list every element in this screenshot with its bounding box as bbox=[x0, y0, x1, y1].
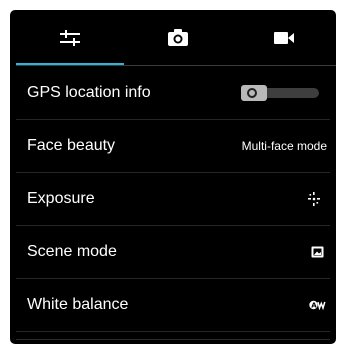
setting-row-face-beauty[interactable]: Face beauty Multi-face mode bbox=[16, 120, 330, 173]
gps-location-toggle[interactable] bbox=[241, 85, 319, 101]
setting-row-gps-location-info[interactable]: GPS location info bbox=[16, 67, 330, 120]
svg-text:A: A bbox=[311, 302, 317, 310]
tab-settings[interactable] bbox=[16, 10, 124, 66]
scene-mode-icon bbox=[311, 226, 324, 278]
white-balance-label: White balance bbox=[27, 296, 129, 313]
auto-white-balance-icon: A bbox=[309, 279, 326, 331]
list-bottom-divider bbox=[16, 339, 330, 340]
toggle-off-icon bbox=[247, 88, 257, 98]
tab-camera[interactable] bbox=[124, 10, 232, 66]
setting-row-scene-mode[interactable]: Scene mode bbox=[16, 226, 330, 279]
video-camera-icon bbox=[274, 32, 294, 44]
face-beauty-value: Multi-face mode bbox=[241, 139, 327, 153]
tab-bar-divider bbox=[16, 65, 336, 66]
toggle-thumb bbox=[241, 85, 267, 101]
face-beauty-label: Face beauty bbox=[27, 137, 116, 154]
exposure-icon bbox=[308, 173, 320, 225]
tab-video[interactable] bbox=[230, 10, 336, 66]
camera-icon bbox=[168, 29, 188, 46]
camera-settings-panel: GPS location info Face beauty Multi-face… bbox=[10, 10, 336, 344]
setting-row-exposure[interactable]: Exposure bbox=[16, 173, 330, 226]
settings-tab-bar bbox=[10, 10, 336, 66]
gps-location-info-label: GPS location info bbox=[27, 84, 151, 101]
exposure-label: Exposure bbox=[27, 190, 95, 207]
setting-row-white-balance[interactable]: White balance A bbox=[16, 279, 330, 332]
scene-mode-label: Scene mode bbox=[27, 243, 117, 260]
settings-sliders-icon bbox=[60, 30, 80, 46]
